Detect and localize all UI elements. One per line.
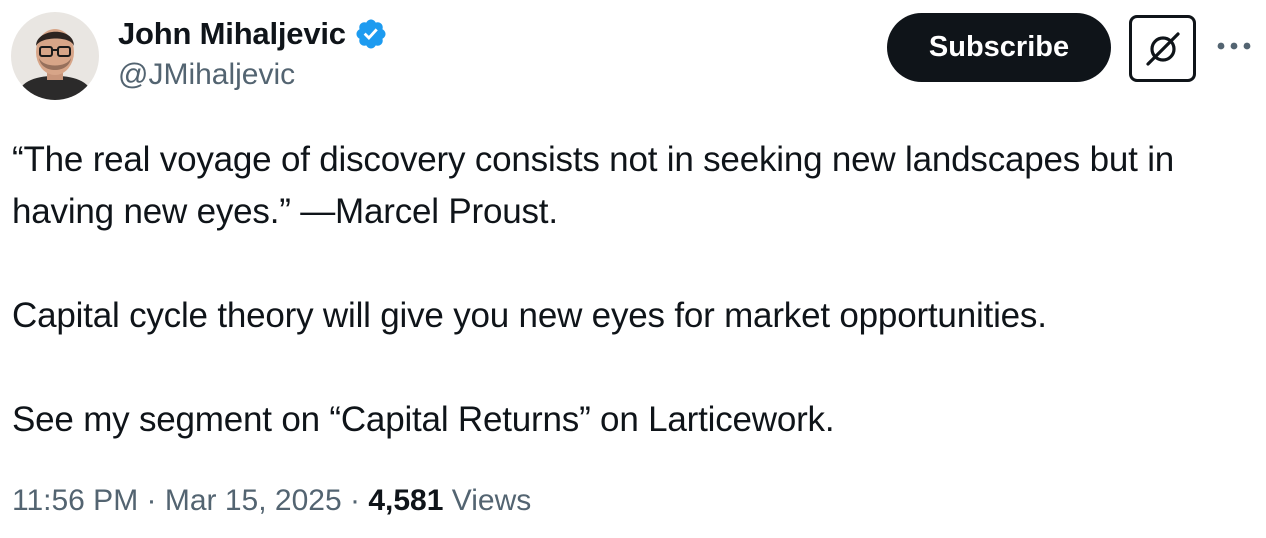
- meta-separator: ·: [146, 484, 157, 517]
- tweet-time[interactable]: 11:56 PM: [12, 484, 138, 517]
- more-options-button[interactable]: [1214, 30, 1254, 62]
- more-dots-icon: [1217, 42, 1251, 50]
- tweet-card: John Mihaljevic @JMihaljevic Subscribe “…: [0, 0, 1266, 538]
- tweet-paragraph-thesis: Capital cycle theory will give you new e…: [12, 296, 1047, 335]
- avatar-image: [11, 12, 99, 100]
- tweet-meta: 11:56 PM · Mar 15, 2025 · 4,581 Views: [12, 484, 531, 518]
- tweet-date[interactable]: Mar 15, 2025: [165, 484, 342, 517]
- grok-button[interactable]: [1129, 15, 1196, 82]
- subscribe-button[interactable]: Subscribe: [887, 13, 1111, 82]
- tweet-text: “The real voyage of discovery consists n…: [12, 134, 1252, 446]
- author-handle[interactable]: @JMihaljevic: [118, 58, 295, 92]
- views-label: Views: [451, 484, 532, 517]
- tweet-paragraph-cta: See my segment on “Capital Returns” on L…: [12, 400, 835, 439]
- avatar[interactable]: [11, 12, 99, 100]
- author-name-row: John Mihaljevic: [118, 14, 388, 54]
- views-count: 4,581: [368, 484, 444, 517]
- verified-badge-icon[interactable]: [354, 17, 388, 51]
- meta-separator: ·: [350, 484, 360, 517]
- author-display-name[interactable]: John Mihaljevic: [118, 16, 346, 52]
- grok-icon: [1145, 31, 1180, 66]
- tweet-paragraph-quote: “The real voyage of discovery consists n…: [12, 140, 1175, 231]
